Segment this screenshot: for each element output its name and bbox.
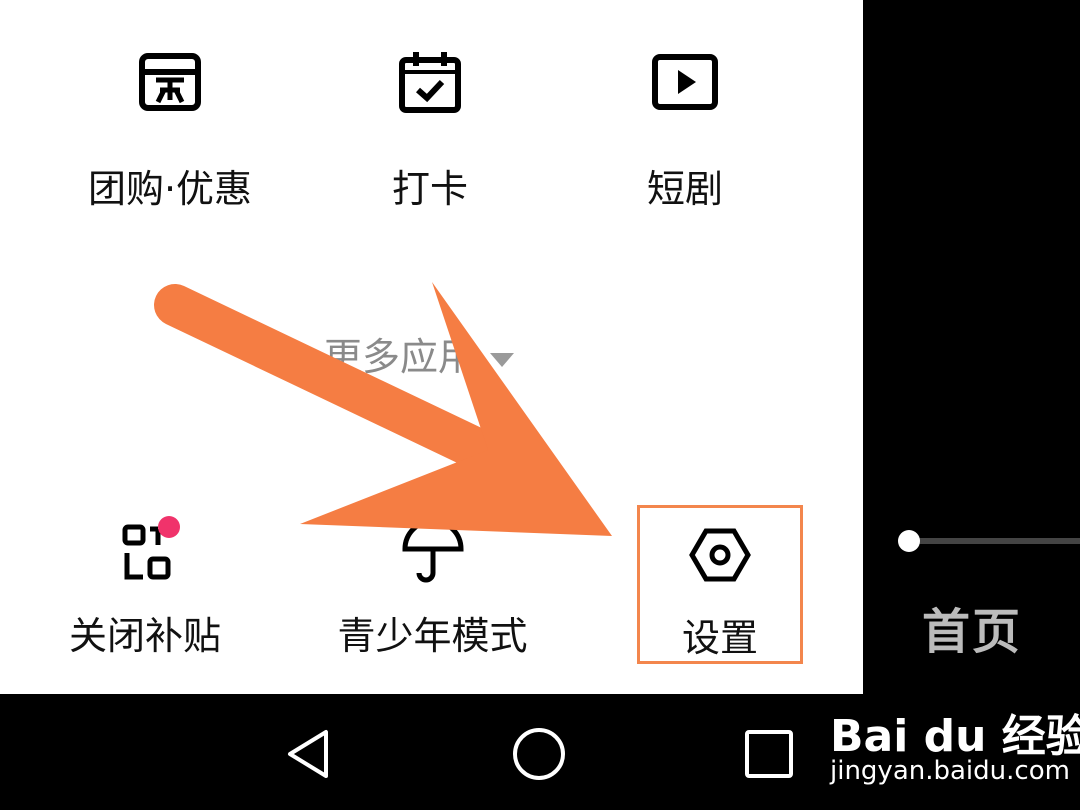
more-apps-label: 更多应用 <box>324 335 477 379</box>
settings-highlight-box <box>637 505 803 664</box>
tile-check-in[interactable]: 打卡 <box>330 40 530 211</box>
recents-square-icon[interactable] <box>741 726 797 782</box>
baidu-watermark-url: jingyan.baidu.com <box>830 756 1070 786</box>
caret-down-icon <box>490 352 515 367</box>
calendar-check-icon <box>399 52 461 113</box>
home-tab-label[interactable]: 首页 <box>922 592 1022 662</box>
subsidy-icon <box>122 516 180 580</box>
tile-label: 关闭补贴 <box>68 614 221 658</box>
more-apps-button[interactable]: 更多应用 <box>324 326 515 381</box>
side-overlay <box>863 0 1080 694</box>
tile-short-drama[interactable]: 短剧 <box>585 40 785 211</box>
tile-group-buy[interactable]: 团购·优惠 <box>70 40 270 211</box>
home-circle-icon[interactable] <box>511 726 567 782</box>
tile-label: 打卡 <box>391 167 468 211</box>
tile-label: 团购·优惠 <box>87 167 253 211</box>
shop-icon <box>139 53 201 111</box>
tile-label: 青少年模式 <box>337 614 528 658</box>
baidu-watermark-logo: Bai du 经验 <box>830 711 1080 762</box>
play-icon <box>652 54 718 110</box>
progress-track[interactable] <box>908 538 1080 544</box>
tile-teen-mode[interactable]: 青少年模式 <box>320 505 545 665</box>
tile-label: 短剧 <box>646 167 723 211</box>
notification-dot <box>158 516 180 538</box>
back-icon[interactable] <box>282 726 338 782</box>
umbrella-icon <box>401 519 464 583</box>
progress-knob[interactable] <box>898 530 920 552</box>
tile-close-subsidy[interactable]: 关闭补贴 <box>45 505 245 665</box>
